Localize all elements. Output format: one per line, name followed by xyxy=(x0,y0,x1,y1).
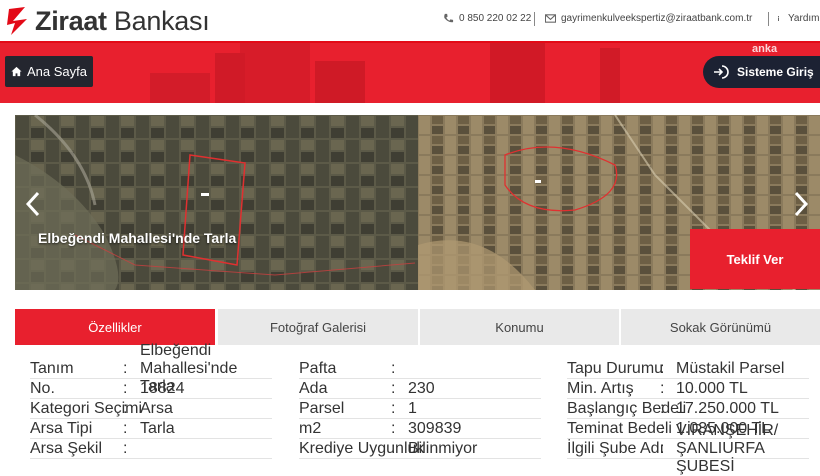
info-icon xyxy=(778,16,779,21)
banner-building xyxy=(150,73,210,103)
anka-watermark: anka xyxy=(752,43,778,55)
detail-key: Krediye Uygunluk xyxy=(299,440,425,457)
detail-row: İlgili Şube Adı : VİRANŞEHİR/ŞANLIURFA Ş… xyxy=(567,422,809,475)
envelope-icon xyxy=(545,14,556,23)
detail-value: Tarla xyxy=(140,420,175,437)
detail-key: Pafta xyxy=(299,360,337,377)
detail-colon: : xyxy=(660,440,665,457)
detail-key: Başlangıç Bedeli xyxy=(567,400,687,417)
phone-icon xyxy=(444,13,454,23)
detail-colon: : xyxy=(123,380,128,397)
detail-colon: : xyxy=(391,360,396,377)
login-button[interactable]: Sisteme Giriş xyxy=(703,56,820,88)
detail-value: 10.000 TL xyxy=(676,380,748,397)
detail-row: Tapu Durumu : Müstakil Parsel xyxy=(567,360,809,379)
detail-colon: : xyxy=(660,380,665,397)
header-divider xyxy=(768,12,769,26)
detail-key: Min. Artış xyxy=(567,380,634,397)
email-contact[interactable]: gayrimenkulveekspertiz@ziraatbank.com.tr xyxy=(545,13,752,24)
login-label: Sisteme Giriş xyxy=(737,65,814,79)
detail-key: No. xyxy=(30,380,55,397)
detail-row: Başlangıç Bedeli : 17.250.000 TL xyxy=(567,400,809,419)
detail-key: Ada xyxy=(299,380,328,397)
hero-banner xyxy=(0,43,820,103)
detail-colon: : xyxy=(391,440,396,457)
detail-colon: : xyxy=(391,380,396,397)
detail-row: m2 : 309839 xyxy=(299,420,541,439)
detail-value: 17.250.000 TL xyxy=(676,400,779,417)
detail-value: Müstakil Parsel xyxy=(676,360,785,377)
brand-name: Ziraat Bankası xyxy=(35,5,210,36)
detail-colon: : xyxy=(660,400,665,417)
detail-row: Arsa Şekil : xyxy=(30,440,272,459)
detail-key: Arsa Tipi xyxy=(30,420,93,437)
detail-key: Teminat Bedeli xyxy=(567,420,672,437)
detail-tabs: Özellikler Fotoğraf Galerisi Konumu Soka… xyxy=(15,309,820,345)
banner-building xyxy=(240,43,310,103)
home-button[interactable]: Ana Sayfa xyxy=(5,56,93,87)
detail-row: Kategori Seçimi : Arsa xyxy=(30,400,272,419)
detail-row: Tanım : Elbeğendi Mahallesi'nde Tarla xyxy=(30,342,272,395)
banner-building xyxy=(600,48,620,103)
detail-row: No. : 18824 xyxy=(30,380,272,399)
detail-key: Tanım xyxy=(30,360,74,377)
detail-colon: : xyxy=(123,400,128,417)
detail-value: 18824 xyxy=(140,380,185,397)
detail-value: 230 xyxy=(408,380,435,397)
detail-key: İlgili Şube Adı xyxy=(567,440,664,457)
detail-value: Bilinmiyor xyxy=(408,440,478,457)
help-link[interactable]: Yardım xyxy=(777,13,820,24)
ziraat-emblem-icon xyxy=(7,7,27,35)
detail-colon: : xyxy=(660,420,665,437)
header-divider xyxy=(534,12,535,26)
home-label: Ana Sayfa xyxy=(27,64,87,79)
detail-value: Arsa xyxy=(140,400,173,417)
detail-key: Tapu Durumu xyxy=(567,360,664,377)
chevron-right-icon[interactable] xyxy=(792,190,810,218)
make-offer-button[interactable]: Teklif Ver xyxy=(690,229,820,289)
help-label: Yardım xyxy=(788,13,820,24)
detail-row: Pafta : xyxy=(299,360,541,379)
home-icon xyxy=(11,66,22,77)
detail-value: VİRANŞEHİR/ŞANLIURFA ŞUBESİ xyxy=(676,422,779,475)
detail-key: m2 xyxy=(299,420,322,437)
tab-street-view[interactable]: Sokak Görünümü xyxy=(621,309,820,345)
phone-number: 0 850 220 02 22 xyxy=(459,13,532,24)
detail-value: 1 xyxy=(408,400,417,417)
detail-row: Min. Artış : 10.000 TL xyxy=(567,380,809,399)
detail-row: Krediye Uygunluk : Bilinmiyor xyxy=(299,440,541,459)
detail-key: Arsa Şekil xyxy=(30,440,103,457)
detail-row: Arsa Tipi : Tarla xyxy=(30,420,272,439)
detail-colon: : xyxy=(660,360,665,377)
top-header: Ziraat Bankası 0 850 220 02 22 gayrimenk… xyxy=(0,0,820,43)
detail-row: Parsel : 1 xyxy=(299,400,541,419)
email-address: gayrimenkulveekspertiz@ziraatbank.com.tr xyxy=(561,13,753,24)
banner-building xyxy=(215,53,245,103)
tab-location[interactable]: Konumu xyxy=(420,309,619,345)
tab-photo-gallery[interactable]: Fotoğraf Galerisi xyxy=(218,309,418,345)
detail-colon: : xyxy=(123,360,128,377)
detail-colon: : xyxy=(391,400,396,417)
banner-building xyxy=(490,43,545,103)
detail-colon: : xyxy=(391,420,396,437)
detail-colon: : xyxy=(123,420,128,437)
detail-value: 309839 xyxy=(408,420,462,437)
listing-title: Elbeğendi Mahallesi'nde Tarla xyxy=(38,230,237,246)
detail-key: Parsel xyxy=(299,400,345,417)
login-arrow-icon xyxy=(714,65,729,79)
detail-colon: : xyxy=(123,440,128,457)
tab-features[interactable]: Özellikler xyxy=(15,309,215,345)
phone-contact[interactable]: 0 850 220 02 22 xyxy=(443,13,531,24)
detail-row: Ada : 230 xyxy=(299,380,541,399)
chevron-left-icon[interactable] xyxy=(24,190,42,218)
banner-building xyxy=(315,61,365,103)
ziraat-logo[interactable]: Ziraat Bankası xyxy=(7,5,210,37)
